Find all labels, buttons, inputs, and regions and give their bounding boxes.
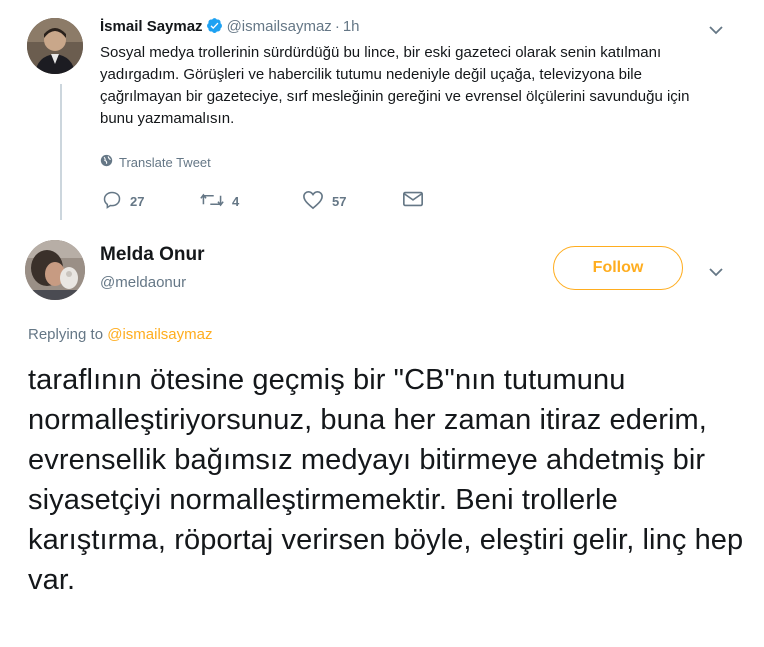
avatar[interactable] xyxy=(27,18,83,74)
timestamp[interactable]: 1h xyxy=(343,18,360,35)
author-handle[interactable]: @ismailsaymaz xyxy=(227,18,332,35)
replying-to-link[interactable]: @ismailsaymaz xyxy=(107,326,212,343)
direct-message-icon xyxy=(402,190,424,211)
tweet-text: taraflının ötesine geçmiş bir "CB"nın tu… xyxy=(28,364,744,596)
replying-to: Replying to @ismailsaymaz xyxy=(28,326,212,343)
avatar-photo xyxy=(25,240,85,300)
replying-prefix: Replying to xyxy=(28,326,108,343)
tweet-text: Sosyal medya trollerinin sürdürdüğü bu l… xyxy=(100,44,690,127)
retweet-icon xyxy=(200,190,224,213)
reply-button[interactable]: 27 xyxy=(102,190,144,213)
author-handle[interactable]: @meldaonur xyxy=(100,274,186,291)
reply-icon xyxy=(102,190,122,213)
like-button[interactable]: 57 xyxy=(302,190,346,213)
retweet-count: 4 xyxy=(232,194,240,209)
direct-message-button[interactable] xyxy=(402,190,424,211)
like-count: 57 xyxy=(332,194,347,209)
translate-label: Translate Tweet xyxy=(119,154,211,170)
like-icon xyxy=(302,190,324,213)
avatar-photo xyxy=(27,18,83,74)
verified-badge-icon xyxy=(206,17,223,38)
translate-tweet-link[interactable]: Translate Tweet xyxy=(100,154,211,170)
retweet-button[interactable]: 4 xyxy=(200,190,239,213)
thread-connector-line xyxy=(60,84,62,220)
chevron-down-icon[interactable] xyxy=(708,22,724,43)
chevron-down-icon[interactable] xyxy=(708,264,724,285)
author-name[interactable]: İsmail Saymaz xyxy=(100,18,203,35)
globe-icon xyxy=(100,154,113,170)
tweet-header: İsmail Saymaz @ismailsaymaz · 1h xyxy=(100,17,360,38)
separator-dot: · xyxy=(334,18,340,35)
reply-count: 27 xyxy=(130,194,145,209)
author-name[interactable]: Melda Onur xyxy=(100,244,205,266)
avatar[interactable] xyxy=(25,240,85,300)
follow-button[interactable]: Follow xyxy=(553,246,683,290)
